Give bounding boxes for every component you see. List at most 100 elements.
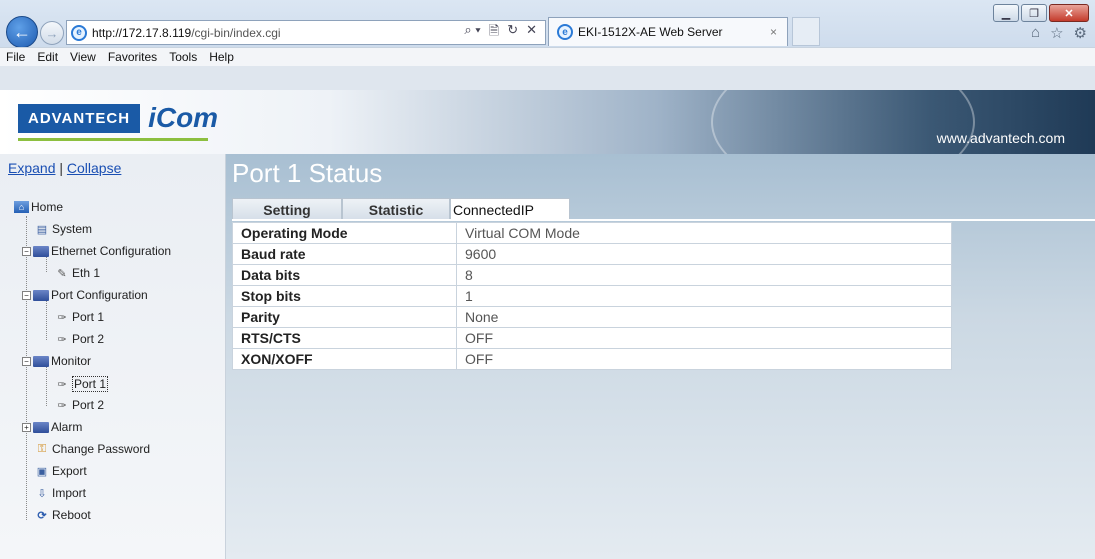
- collapse-link[interactable]: Collapse: [67, 160, 121, 176]
- tree-label: Export: [52, 464, 87, 478]
- tree-line: [46, 366, 47, 406]
- export-icon: ▣: [36, 465, 48, 478]
- menu-help[interactable]: Help: [209, 50, 234, 64]
- tree-label: Port 2: [72, 332, 105, 346]
- url-path: /cgi-bin/index.cgi: [191, 25, 281, 40]
- tree-item-home[interactable]: ⌂ Home: [14, 200, 63, 214]
- tree-label: Home: [31, 200, 64, 214]
- new-tab-button[interactable]: [792, 17, 820, 46]
- logo-product: iCom: [148, 102, 219, 133]
- folder-open-icon: [33, 355, 49, 367]
- sidebar: Expand | Collapse ⌂ Home ▤ System − Ethe…: [0, 154, 226, 559]
- tree-item-change-password[interactable]: ⚿ Change Password: [34, 442, 150, 456]
- tree-item-system[interactable]: ▤ System: [34, 222, 92, 236]
- expand-toggle-icon[interactable]: +: [22, 422, 31, 432]
- tab-setting[interactable]: Setting: [232, 198, 342, 220]
- row-value: OFF: [456, 327, 952, 349]
- tree-label: Reboot: [52, 508, 91, 522]
- reboot-icon: ⟳: [37, 509, 47, 522]
- menu-tools[interactable]: Tools: [169, 50, 197, 64]
- content-area: Expand | Collapse ⌂ Home ▤ System − Ethe…: [0, 154, 1095, 559]
- tree-item-monitor-port2[interactable]: ✑ Port 2: [54, 398, 104, 412]
- tree-item-alarm[interactable]: + Alarm: [22, 420, 82, 434]
- row-key: Data bits: [232, 264, 457, 286]
- collapse-toggle-icon[interactable]: −: [22, 356, 31, 366]
- tree-item-port-config-port2[interactable]: ✑ Port 2: [54, 332, 104, 346]
- tree-label: Port 1: [72, 310, 105, 324]
- tree-item-export[interactable]: ▣ Export: [34, 464, 87, 478]
- tools-gear-icon[interactable]: ⚙: [1074, 24, 1087, 42]
- compatibility-view-icon[interactable]: 🗎: [489, 22, 499, 44]
- menu-edit[interactable]: Edit: [37, 50, 58, 64]
- tab-connectedip[interactable]: ConnectedIP: [450, 198, 570, 220]
- address-tools: ⌕ ▾ 🗎 ↻ ✕: [464, 22, 545, 44]
- table-row: Data bits 8: [232, 264, 952, 286]
- forward-button[interactable]: →: [40, 21, 64, 45]
- serial-port-icon: ✑: [57, 333, 67, 346]
- close-window-button[interactable]: ✕: [1049, 4, 1089, 22]
- row-value: OFF: [456, 348, 952, 370]
- minimize-button[interactable]: ▁: [993, 4, 1019, 22]
- address-bar[interactable]: e http://172.17.8.119/cgi-bin/index.cgi …: [66, 20, 546, 45]
- favorites-star-icon[interactable]: ☆: [1050, 24, 1063, 42]
- stop-icon[interactable]: ✕: [526, 22, 537, 44]
- page-title: Port 1 Status: [232, 158, 383, 188]
- serial-port-icon: ✑: [57, 311, 67, 324]
- tab-title: EKI-1512X-AE Web Server: [578, 25, 723, 39]
- tree-item-eth1[interactable]: ✎ Eth 1: [54, 266, 100, 280]
- tree-item-import[interactable]: ⇩ Import: [34, 486, 86, 500]
- tab-favicon-icon: e: [557, 24, 573, 40]
- row-key: Stop bits: [232, 285, 457, 307]
- table-row: Stop bits 1: [232, 285, 952, 307]
- table-row: XON/XOFF OFF: [232, 348, 952, 370]
- tree-item-port-configuration[interactable]: − Port Configuration: [22, 288, 148, 302]
- row-key: XON/XOFF: [232, 348, 457, 370]
- table-row: RTS/CTS OFF: [232, 327, 952, 349]
- forward-arrow-icon: →: [45, 25, 59, 41]
- tree-item-monitor-port1[interactable]: ✑ Port 1: [54, 376, 109, 392]
- expand-collapse-links: Expand | Collapse: [8, 160, 121, 176]
- refresh-icon[interactable]: ↻: [507, 22, 518, 44]
- row-key: Operating Mode: [232, 222, 457, 244]
- tree-line: [46, 256, 47, 272]
- collapse-toggle-icon[interactable]: −: [22, 246, 31, 256]
- row-key: Baud rate: [232, 243, 457, 265]
- home-icon[interactable]: ⌂: [1031, 24, 1040, 42]
- tree-item-reboot[interactable]: ⟳ Reboot: [34, 508, 91, 522]
- maximize-button[interactable]: ❐: [1021, 4, 1047, 22]
- serial-port-icon: ✑: [57, 399, 67, 412]
- tree-label: Alarm: [51, 420, 83, 434]
- main-content: Port 1 Status Setting Statistic Connecte…: [232, 154, 1095, 559]
- import-icon: ⇩: [37, 487, 47, 500]
- browser-tab[interactable]: e EKI-1512X-AE Web Server ×: [548, 17, 788, 46]
- url-text[interactable]: http://172.17.8.119/cgi-bin/index.cgi: [92, 26, 281, 40]
- collapse-toggle-icon[interactable]: −: [22, 290, 31, 300]
- expand-link[interactable]: Expand: [8, 160, 55, 176]
- tree-label: Ethernet Configuration: [51, 244, 172, 258]
- back-button[interactable]: ←: [6, 16, 38, 48]
- menu-view[interactable]: View: [70, 50, 96, 64]
- key-icon: ⚿: [37, 442, 47, 455]
- tree-item-monitor[interactable]: − Monitor: [22, 354, 91, 368]
- row-key: Parity: [232, 306, 457, 328]
- header-banner: ADVANTECH iCom www.advantech.com: [0, 90, 1095, 154]
- port-status-table: Operating Mode Virtual COM Mode Baud rat…: [232, 222, 952, 370]
- tree-label: Monitor: [51, 354, 92, 368]
- ethernet-plug-icon: ✎: [57, 267, 67, 280]
- search-icon[interactable]: ⌕ ▾: [464, 22, 480, 44]
- tree-label: Eth 1: [72, 266, 101, 280]
- tree-item-ethernet-configuration[interactable]: − Ethernet Configuration: [22, 244, 171, 258]
- status-tabs: Setting Statistic ConnectedIP: [232, 198, 570, 220]
- tree-label: Port 2: [72, 398, 105, 412]
- tree-item-port-config-port1[interactable]: ✑ Port 1: [54, 310, 104, 324]
- table-row: Operating Mode Virtual COM Mode: [232, 222, 952, 244]
- tab-close-icon[interactable]: ×: [770, 25, 777, 39]
- back-arrow-icon: ←: [13, 21, 31, 42]
- separator: |: [59, 160, 64, 176]
- tree-line: [26, 216, 27, 520]
- ie-page-icon: e: [71, 24, 87, 41]
- menu-favorites[interactable]: Favorites: [108, 50, 157, 64]
- table-row: Baud rate 9600: [232, 243, 952, 265]
- tab-statistic[interactable]: Statistic: [342, 198, 450, 220]
- menu-file[interactable]: File: [6, 50, 25, 64]
